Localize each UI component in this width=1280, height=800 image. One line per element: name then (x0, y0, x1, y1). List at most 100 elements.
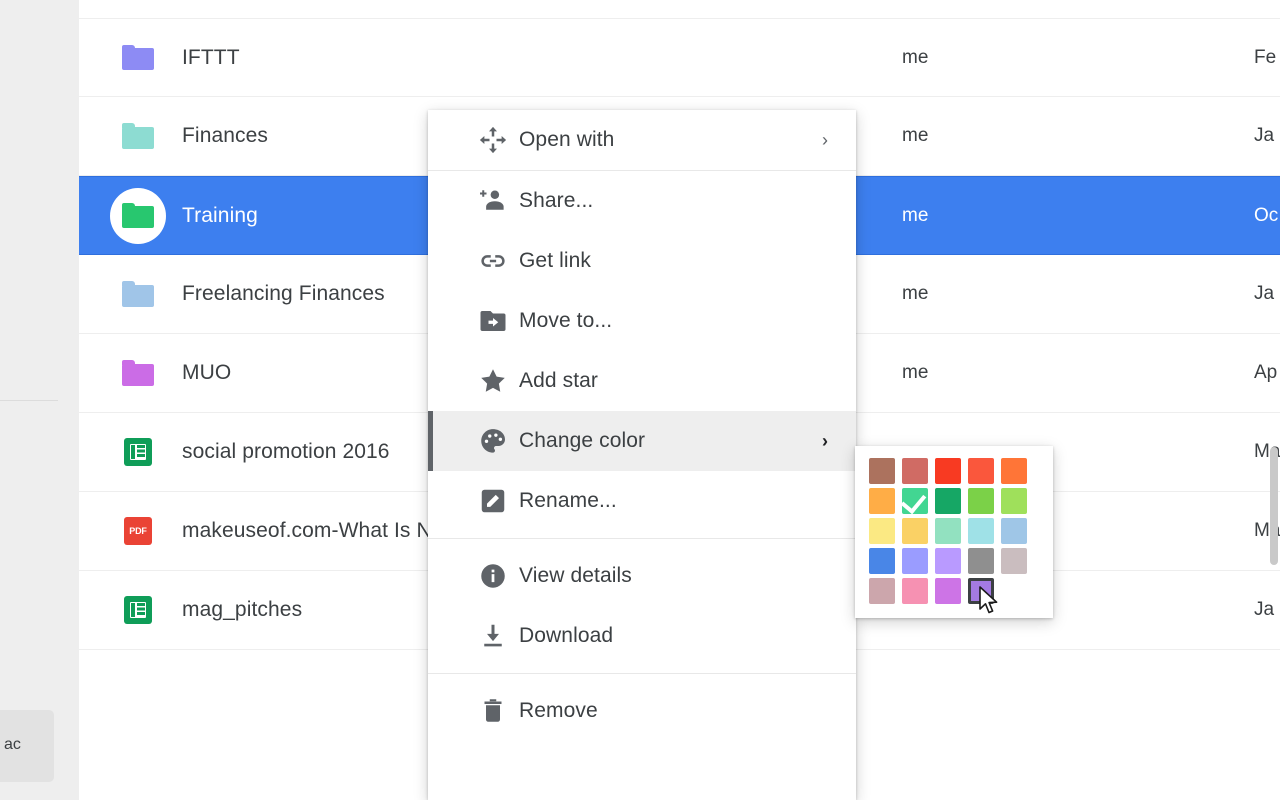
info-circle-icon (478, 561, 508, 591)
vertical-scrollbar[interactable] (1270, 447, 1278, 565)
color-swatch[interactable] (869, 578, 895, 604)
file-icon-wrap (110, 30, 166, 86)
color-swatch[interactable] (935, 578, 961, 604)
file-owner: me (902, 125, 929, 146)
color-swatch[interactable] (1001, 518, 1027, 544)
color-swatch[interactable] (869, 458, 895, 484)
file-owner: me (902, 46, 929, 68)
color-swatch[interactable] (968, 578, 994, 604)
pencil-edit-icon (478, 486, 508, 516)
color-swatch[interactable] (1001, 488, 1027, 514)
color-swatch[interactable] (935, 458, 961, 484)
file-modified: Oc (1254, 204, 1279, 226)
menu-separator (428, 538, 856, 539)
sidebar-action-button[interactable]: ac (0, 710, 54, 782)
color-swatch[interactable] (869, 488, 895, 514)
folder-icon (122, 281, 154, 307)
palette-icon (478, 426, 508, 456)
pdf-icon: PDF (124, 517, 152, 545)
file-icon-wrap (110, 582, 166, 638)
file-modified: Ja (1254, 125, 1275, 146)
menu-item-label: View details (519, 564, 632, 587)
file-name: makeuseof.com-What Is N (182, 519, 432, 542)
drive-file-browser: e e ac IFTTT me Fe Finances me Ja Training me Oc… (0, 0, 1280, 800)
color-swatch[interactable] (968, 488, 994, 514)
color-swatch[interactable] (935, 518, 961, 544)
submenu-chevron-right-icon: › (822, 431, 828, 451)
menu-item-label: Add star (519, 369, 599, 392)
color-swatch[interactable] (968, 548, 994, 574)
menu-item-label: Download (519, 624, 614, 647)
file-name: Training (182, 203, 258, 227)
folder-icon (122, 123, 154, 149)
color-swatch[interactable] (902, 518, 928, 544)
menu-separator (428, 673, 856, 674)
color-swatch[interactable] (935, 488, 961, 514)
menu-item-label: Share... (519, 189, 594, 212)
sheets-icon (124, 596, 152, 624)
menu-item-remove[interactable]: Remove (428, 681, 856, 741)
color-swatch[interactable] (1001, 548, 1027, 574)
color-swatch[interactable] (902, 458, 928, 484)
file-icon-wrap (110, 108, 166, 164)
menu-item-add-star[interactable]: Add star (428, 351, 856, 411)
color-swatch[interactable] (900, 487, 928, 515)
menu-item-label: Remove (519, 699, 598, 722)
color-swatch[interactable] (935, 548, 961, 574)
menu-item-label: Get link (519, 249, 591, 272)
sidebar-divider (0, 400, 58, 401)
file-name: mag_pitches (182, 598, 303, 621)
file-modified: Fe (1254, 46, 1277, 68)
avatar (110, 187, 166, 244)
color-palette-flyout (855, 446, 1053, 618)
download-icon (478, 621, 508, 651)
file-owner: me (902, 283, 929, 304)
submenu-chevron-right-icon: › (822, 130, 828, 150)
context-menu: Open with › Share... Get link Move to... Add … (428, 110, 856, 800)
color-swatch[interactable] (968, 458, 994, 484)
color-swatch[interactable] (1001, 458, 1027, 484)
sidebar-action-button-label: ac (4, 736, 21, 753)
color-swatch[interactable] (869, 518, 895, 544)
share-person-add-icon (478, 186, 508, 216)
folder-icon (122, 202, 154, 229)
folder-icon (122, 44, 154, 71)
file-owner: me (902, 204, 929, 226)
check-icon (900, 487, 927, 515)
file-name: IFTTT (182, 45, 240, 69)
menu-item-label: Move to... (519, 309, 613, 332)
file-name: social promotion 2016 (182, 440, 390, 463)
file-icon-wrap (110, 424, 166, 480)
menu-item-label: Rename... (519, 489, 617, 512)
color-swatch[interactable] (968, 518, 994, 544)
move-to-folder-icon (478, 306, 508, 336)
menu-item-get-link[interactable]: Get link (428, 231, 856, 291)
file-owner: me (902, 362, 929, 383)
link-icon (478, 246, 508, 276)
file-name: MUO (182, 361, 232, 384)
file-icon-wrap: PDF (110, 503, 166, 559)
color-swatch[interactable] (902, 578, 928, 604)
star-icon (478, 366, 508, 396)
menu-item-share[interactable]: Share... (428, 171, 856, 231)
color-swatch[interactable] (902, 548, 928, 574)
file-modified: Ja (1254, 283, 1275, 304)
open-with-icon (478, 125, 508, 155)
color-swatch[interactable] (869, 548, 895, 574)
file-modified: Ap (1254, 362, 1278, 383)
menu-item-rename[interactable]: Rename... (428, 471, 856, 531)
menu-item-download[interactable]: Download (428, 606, 856, 666)
menu-item-open-with[interactable]: Open with › (428, 110, 856, 170)
sidebar: e e ac (0, 0, 79, 800)
trash-icon (478, 696, 508, 726)
folder-icon (122, 360, 154, 386)
file-modified: Ja (1254, 599, 1275, 620)
menu-item-view-details[interactable]: View details (428, 546, 856, 606)
menu-item-move-to[interactable]: Move to... (428, 291, 856, 351)
color-palette-grid (869, 458, 1039, 604)
menu-item-label: Open with (519, 128, 615, 151)
file-icon-wrap (110, 266, 166, 322)
file-name: Freelancing Finances (182, 282, 385, 305)
menu-item-change-color[interactable]: Change color › (428, 411, 856, 471)
table-row[interactable]: IFTTT me Fe (79, 18, 1280, 97)
